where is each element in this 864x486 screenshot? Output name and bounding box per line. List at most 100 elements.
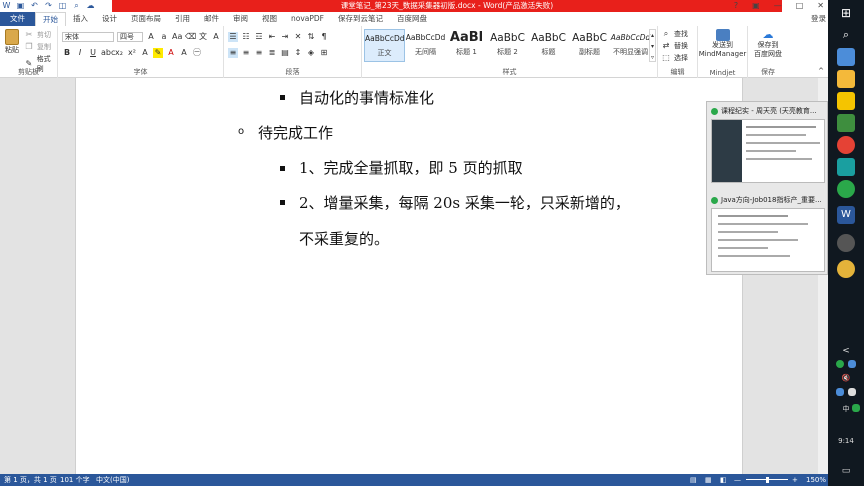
tray-expand-icon[interactable]: < xyxy=(828,346,864,356)
numbering-icon[interactable]: ☷ xyxy=(241,32,251,42)
login-link[interactable]: 登录 xyxy=(811,12,826,26)
line-spacing-icon[interactable]: ↕ xyxy=(293,48,303,58)
wechat-icon[interactable] xyxy=(836,360,844,368)
undo-icon[interactable]: ↶ xyxy=(30,1,39,10)
page-count[interactable]: 第 1 页，共 1 页 xyxy=(4,474,57,486)
collapse-ribbon-icon[interactable]: ^ xyxy=(818,67,824,75)
sticky-notes-icon[interactable] xyxy=(837,92,855,110)
superscript-icon[interactable]: x² xyxy=(127,48,137,58)
distributed-icon[interactable]: ▤ xyxy=(280,48,290,58)
zoom-in-button[interactable]: + xyxy=(792,474,798,486)
select-button[interactable]: ⬚ 选择 xyxy=(661,53,688,63)
app-icon[interactable] xyxy=(837,114,855,132)
decrease-indent-icon[interactable]: ⇤ xyxy=(267,32,277,42)
style-subtle-emphasis[interactable]: AaBbCcDd 不明显强调 xyxy=(610,29,651,62)
tab-baidu-pan[interactable]: 百度网盘 xyxy=(390,12,434,26)
notification-icon[interactable]: ▭ xyxy=(828,466,864,476)
increase-indent-icon[interactable]: ⇥ xyxy=(280,32,290,42)
close-icon[interactable]: ✕ xyxy=(817,0,824,12)
search-icon[interactable]: ⌕ xyxy=(72,1,81,10)
bold-icon[interactable]: B xyxy=(62,48,72,58)
show-marks-icon[interactable]: ¶ xyxy=(319,32,329,42)
cloud-save-icon[interactable]: ☁ xyxy=(86,1,95,10)
app-icon[interactable] xyxy=(837,158,855,176)
windows-start-icon[interactable]: ⊞ xyxy=(837,4,855,22)
style-no-spacing[interactable]: AaBbCcDd 无间隔 xyxy=(405,29,446,62)
file-explorer-icon[interactable] xyxy=(837,70,855,88)
paste-button[interactable]: 粘贴 xyxy=(4,29,20,59)
style-heading-2[interactable]: AaBbC 标题 2 xyxy=(487,29,528,62)
multilevel-list-icon[interactable]: ☲ xyxy=(254,32,264,42)
style-normal[interactable]: AaBbCcDd 正文 xyxy=(364,29,405,62)
font-color-icon[interactable]: A xyxy=(166,48,176,58)
replace-button[interactable]: ⇄ 替换 xyxy=(661,41,688,51)
app-icon[interactable] xyxy=(837,180,855,198)
tab-cloud-note[interactable]: 保存到云笔记 xyxy=(331,12,390,26)
tab-mailings[interactable]: 邮件 xyxy=(197,12,226,26)
read-mode-icon[interactable]: ▤ xyxy=(690,474,697,486)
print-layout-icon[interactable]: ▦ xyxy=(705,474,712,486)
borders-icon[interactable]: ⊞ xyxy=(319,48,329,58)
copy-button[interactable]: ❐ 复制 xyxy=(24,42,51,52)
find-button[interactable]: ⌕ 查找 xyxy=(661,29,688,39)
minimize-icon[interactable]: — xyxy=(774,0,782,12)
bullets-icon[interactable]: ☰ xyxy=(228,32,238,42)
network-icon[interactable] xyxy=(836,388,844,396)
italic-icon[interactable]: I xyxy=(75,48,85,58)
tab-insert[interactable]: 插入 xyxy=(66,12,95,26)
styles-scroll[interactable]: ▴ ▾ ▿ xyxy=(649,29,656,62)
app-icon[interactable] xyxy=(837,260,855,278)
print-preview-icon[interactable]: ◫ xyxy=(58,1,67,10)
clear-format-icon[interactable]: ⌫ xyxy=(185,32,196,42)
tab-file[interactable]: 文件 xyxy=(0,12,35,26)
send-to-mindmanager-button[interactable]: 发送到 MindManager xyxy=(698,29,747,59)
save-to-baidu-button[interactable]: ☁ 保存到 百度网盘 xyxy=(748,29,788,59)
chrome-icon[interactable] xyxy=(837,136,855,154)
align-left-icon[interactable]: ≡ xyxy=(228,48,238,58)
volume-mute-icon[interactable]: 🔇 xyxy=(828,374,864,382)
style-subtitle[interactable]: AaBbC 副标题 xyxy=(569,29,610,62)
tab-view[interactable]: 视图 xyxy=(255,12,284,26)
grow-font-icon[interactable]: A xyxy=(146,32,156,42)
thumbnail-preview[interactable] xyxy=(711,208,825,272)
zoom-out-button[interactable]: — xyxy=(734,474,741,486)
clock[interactable]: 9:14 xyxy=(828,437,864,445)
change-case-icon[interactable]: Aa xyxy=(172,32,182,42)
tab-references[interactable]: 引用 xyxy=(168,12,197,26)
zoom-slider-thumb[interactable] xyxy=(766,477,769,483)
language-indicator[interactable]: 中文(中国) xyxy=(96,474,129,486)
document-page[interactable]: 自动化的事情标准化 o 待完成工作 1、完成全量抓取，即 5 页的抓取 2、增量… xyxy=(75,78,743,474)
save-icon[interactable]: ▣ xyxy=(16,1,25,10)
sort-icon[interactable]: ⇅ xyxy=(306,32,316,42)
redo-icon[interactable]: ↷ xyxy=(44,1,53,10)
font-name-select[interactable]: 宋体 xyxy=(62,32,114,42)
zoom-level[interactable]: 150% xyxy=(806,474,826,486)
tab-home[interactable]: 开始 xyxy=(35,11,66,27)
app-icon[interactable] xyxy=(837,234,855,252)
thumbnail-preview[interactable] xyxy=(711,119,825,183)
style-heading-1[interactable]: AaBl 标题 1 xyxy=(446,29,487,62)
underline-icon[interactable]: U xyxy=(88,48,98,58)
chinese-layout-icon[interactable]: ✕ xyxy=(293,32,303,42)
web-layout-icon[interactable]: ◧ xyxy=(720,474,727,486)
font-size-select[interactable]: 四号 xyxy=(117,32,143,42)
align-center-icon[interactable]: ≡ xyxy=(241,48,251,58)
word-icon[interactable]: W xyxy=(837,206,855,224)
enclose-char-icon[interactable]: ㊀ xyxy=(192,48,202,58)
subscript-icon[interactable]: x₂ xyxy=(114,48,124,58)
text-effect-icon[interactable]: A xyxy=(140,48,150,58)
shrink-font-icon[interactable]: a xyxy=(159,32,169,42)
tab-novapdf[interactable]: novaPDF xyxy=(284,12,331,26)
help-icon[interactable]: ? xyxy=(734,0,738,12)
tab-design[interactable]: 设计 xyxy=(95,12,124,26)
ribbon-display-icon[interactable]: ▣ xyxy=(752,0,760,12)
cut-button[interactable]: ✂ 剪切 xyxy=(24,30,51,40)
align-right-icon[interactable]: ≡ xyxy=(254,48,264,58)
highlight-icon[interactable]: ✎ xyxy=(153,48,163,58)
app-icon[interactable] xyxy=(852,404,860,412)
search-icon[interactable]: ⌕ xyxy=(837,26,855,44)
app-icon[interactable] xyxy=(848,360,856,368)
phonetic-icon[interactable]: 文 xyxy=(198,32,208,42)
tab-layout[interactable]: 页面布局 xyxy=(124,12,168,26)
style-title[interactable]: AaBbC 标题 xyxy=(528,29,569,62)
